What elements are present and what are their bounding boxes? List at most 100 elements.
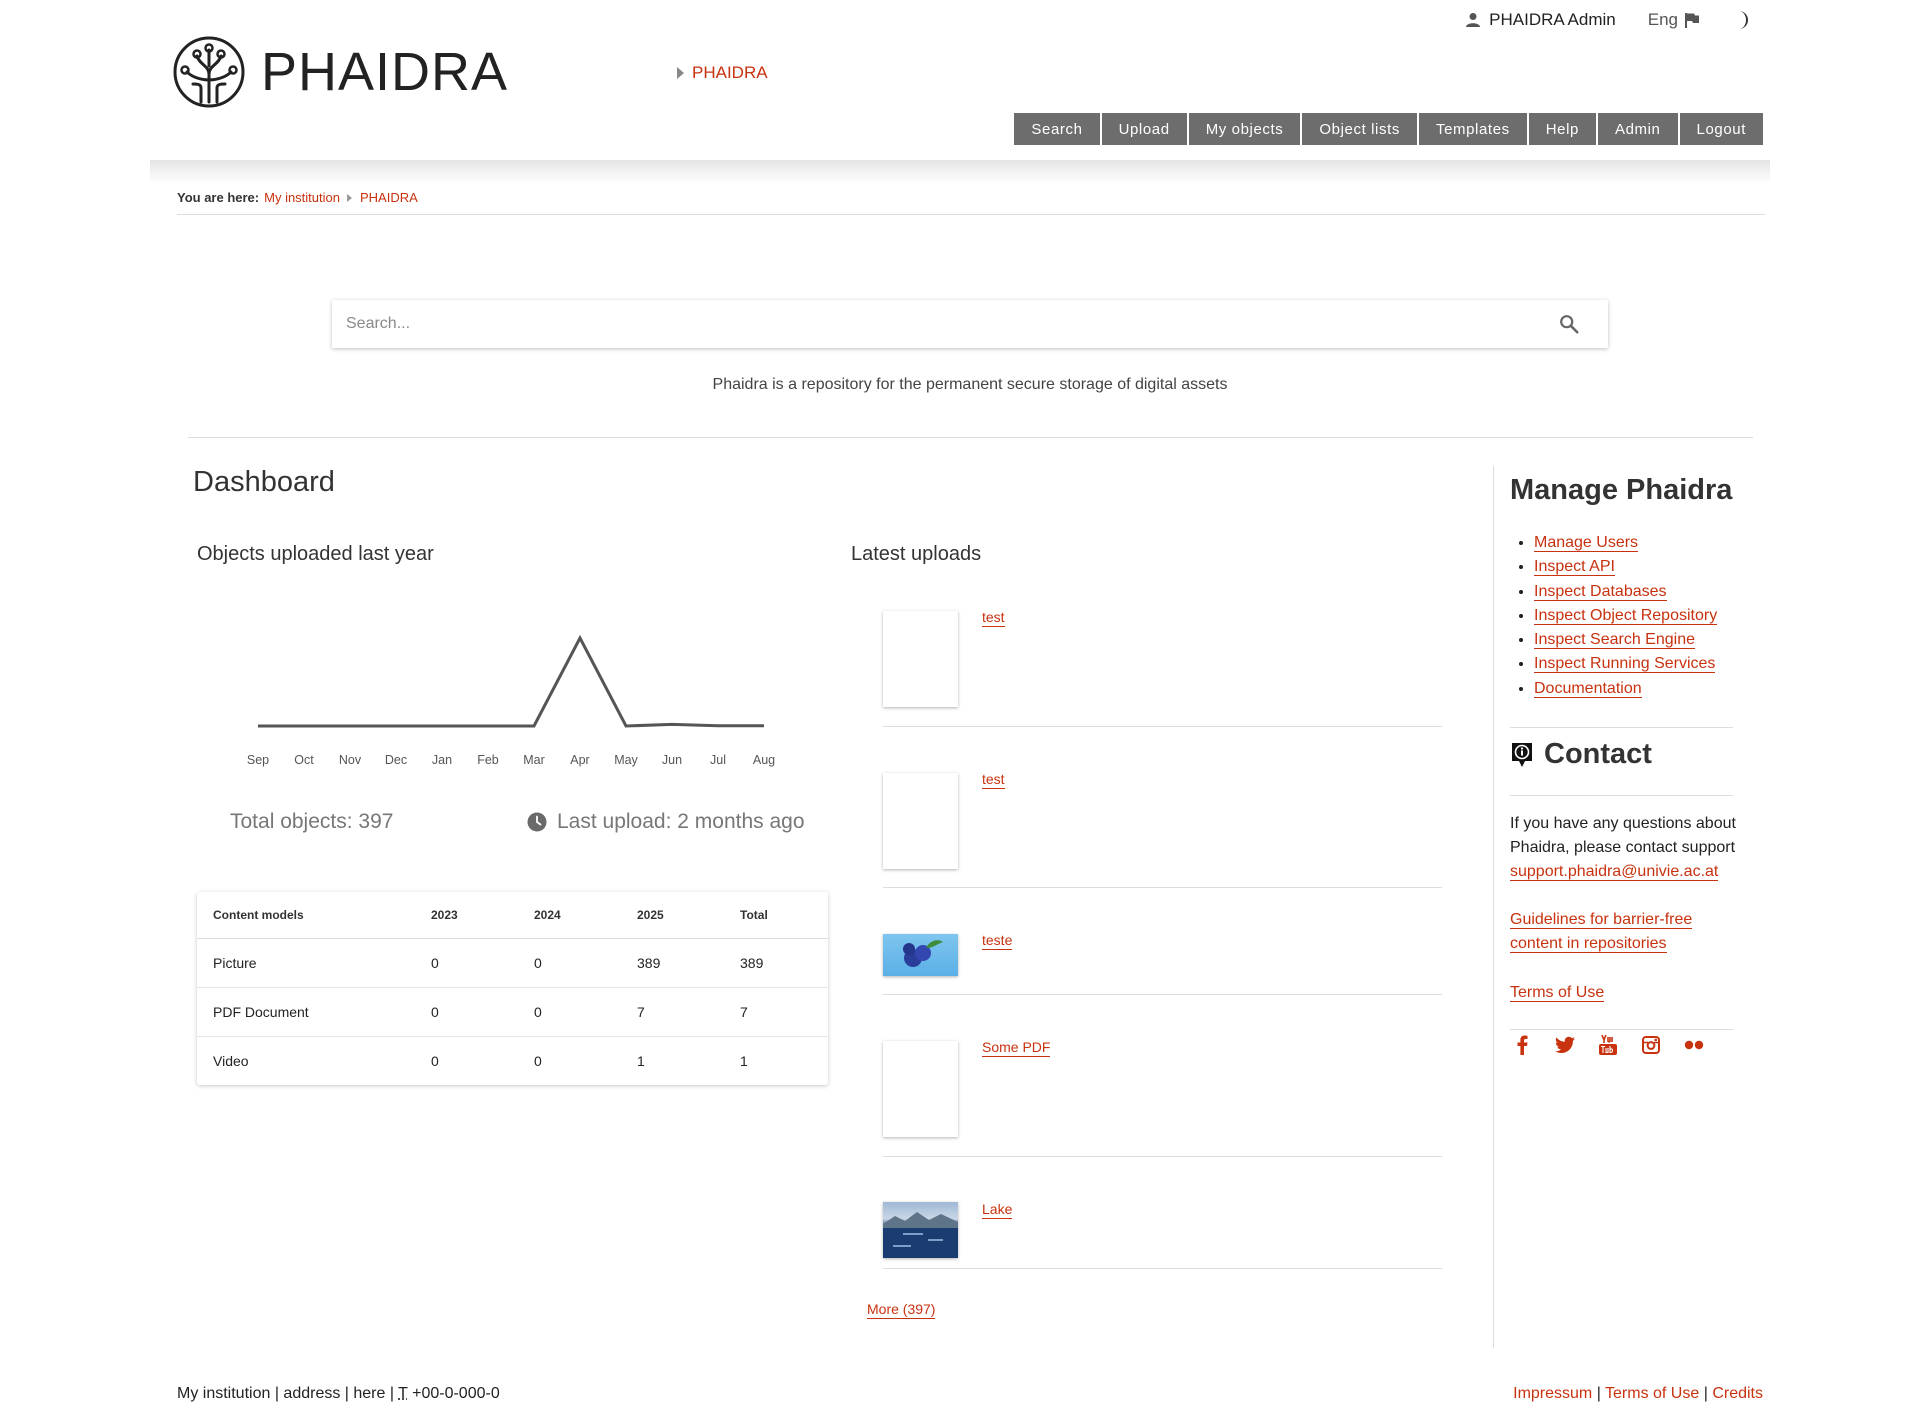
table-row: PDF Document 0 0 7 7 (197, 987, 828, 1036)
footer-terms-link[interactable]: Terms of Use (1605, 1385, 1699, 1402)
upload-title-link[interactable]: Some PDF (982, 1039, 1050, 1057)
terms-of-use-link[interactable]: Terms of Use (1510, 981, 1604, 1005)
table-header-row: Content models 2023 2024 2025 Total (197, 892, 828, 938)
guidelines-text: Guidelines for barrier-free content in r… (1510, 911, 1692, 953)
search-icon[interactable] (1558, 313, 1580, 335)
thumbnail-lake[interactable] (883, 1202, 958, 1258)
inspect-running-services-link[interactable]: Inspect Running Services (1534, 655, 1715, 673)
contact-title: Contact (1510, 738, 1652, 771)
phaidra-tree-icon (173, 36, 245, 108)
col-total[interactable]: Total (724, 892, 828, 938)
footer-links: Impressum | Terms of Use | Credits (1513, 1385, 1763, 1403)
upload-title-link[interactable]: Lake (982, 1201, 1012, 1219)
flickr-icon[interactable] (1684, 1035, 1704, 1055)
table-cell: 389 (724, 938, 828, 987)
facebook-icon[interactable] (1512, 1035, 1532, 1055)
telephone-abbr: T (398, 1385, 407, 1402)
manage-links: Manage Users Inspect API Inspect Databas… (1534, 533, 1717, 703)
impressum-link[interactable]: Impressum (1513, 1385, 1592, 1402)
col-content-models[interactable]: Content models (197, 892, 415, 938)
upload-title-link[interactable]: teste (982, 932, 1012, 950)
col-2023[interactable]: 2023 (415, 892, 518, 938)
nav-help[interactable]: Help (1529, 113, 1596, 145)
thumbnail-blueberry[interactable] (883, 934, 958, 976)
manage-link-item: Inspect Running Services (1534, 654, 1717, 678)
total-objects: Total objects: 397 (230, 810, 393, 834)
lake-image (883, 1202, 958, 1258)
list-item: test (883, 771, 1442, 888)
user-icon (1465, 12, 1481, 28)
youtube-icon[interactable] (1598, 1035, 1618, 1055)
search-box (332, 300, 1608, 348)
inspect-databases-link[interactable]: Inspect Databases (1534, 583, 1667, 601)
table-row: Video 0 0 1 1 (197, 1036, 828, 1085)
theme-toggle[interactable] (1736, 10, 1750, 30)
header-crumb[interactable]: PHAIDRA (677, 63, 768, 83)
user-menu[interactable]: PHAIDRA Admin (1465, 10, 1616, 30)
x-tick-label: Nov (339, 753, 362, 767)
manage-users-link[interactable]: Manage Users (1534, 534, 1638, 552)
thumbnail-blank[interactable] (883, 773, 958, 869)
breadcrumb-item-my-institution[interactable]: My institution (264, 190, 340, 205)
thumbnail-blank[interactable] (883, 611, 958, 707)
clock-icon (527, 812, 547, 832)
nav-object-lists[interactable]: Object lists (1302, 113, 1417, 145)
main-nav: Search Upload My objects Object lists Te… (1012, 113, 1763, 145)
col-2024[interactable]: 2024 (518, 892, 621, 938)
x-tick-label: Sep (247, 753, 269, 767)
inspect-api-link[interactable]: Inspect API (1534, 558, 1615, 576)
support-email-text: support.phaidra@univie.ac.at (1510, 863, 1718, 881)
nav-logout[interactable]: Logout (1680, 113, 1763, 145)
nav-search[interactable]: Search (1014, 113, 1099, 145)
divider (1510, 1029, 1733, 1030)
table-cell: 1 (724, 1036, 828, 1085)
uploads-line-chart: Sep Oct Nov Dec Jan Feb Mar Apr May Jun Jul Aug (230, 620, 810, 770)
nav-my-objects[interactable]: My objects (1189, 113, 1301, 145)
instagram-icon[interactable] (1641, 1035, 1661, 1055)
moon-icon (1736, 10, 1750, 30)
x-tick-label: Jul (710, 753, 726, 767)
inspect-object-repository-link[interactable]: Inspect Object Repository (1534, 607, 1717, 625)
table-cell: 0 (518, 987, 621, 1036)
table-cell: 0 (518, 1036, 621, 1085)
breadcrumb-item-phaidra[interactable]: PHAIDRA (360, 190, 418, 205)
nav-templates[interactable]: Templates (1419, 113, 1527, 145)
upload-title-link[interactable]: test (982, 771, 1005, 789)
upload-title-link[interactable]: test (982, 609, 1005, 627)
table-cell: 0 (415, 987, 518, 1036)
documentation-link[interactable]: Documentation (1534, 680, 1642, 698)
header-crumb-label: PHAIDRA (692, 63, 768, 83)
more-uploads-link[interactable]: More (397) (867, 1301, 935, 1319)
twitter-icon[interactable] (1555, 1035, 1575, 1055)
dashboard-title: Dashboard (193, 466, 335, 499)
thumbnail-blank[interactable] (883, 1041, 958, 1137)
manage-link-item: Inspect Search Engine (1534, 630, 1717, 654)
nav-upload[interactable]: Upload (1102, 113, 1187, 145)
info-bubble-icon (1510, 741, 1534, 769)
guidelines-link[interactable]: Guidelines for barrier-free content in r… (1510, 908, 1720, 956)
col-2025[interactable]: 2025 (621, 892, 724, 938)
support-email-link[interactable]: support.phaidra@univie.ac.at (1510, 860, 1718, 884)
manage-link-item: Inspect Databases (1534, 582, 1717, 606)
table-cell: 0 (415, 1036, 518, 1085)
x-tick-label: Jun (662, 753, 682, 767)
header: PHAIDRA PHAIDRA PHAIDRA Admin Eng Search… (0, 0, 1905, 162)
language-label: Eng (1648, 10, 1678, 30)
footer-separator: | (1592, 1385, 1605, 1402)
latest-uploads-title: Latest uploads (851, 543, 981, 566)
divider (188, 437, 1753, 438)
contact-title-text: Contact (1544, 738, 1652, 771)
nav-admin[interactable]: Admin (1598, 113, 1678, 145)
inspect-search-engine-link[interactable]: Inspect Search Engine (1534, 631, 1695, 649)
table-cell: 389 (621, 938, 724, 987)
table-row: Picture 0 0 389 389 (197, 938, 828, 987)
table-cell: 7 (724, 987, 828, 1036)
column-divider (1493, 466, 1494, 1348)
language-selector[interactable]: Eng (1648, 10, 1700, 30)
x-tick-label: Oct (294, 753, 314, 767)
logo[interactable]: PHAIDRA (173, 36, 508, 108)
blueberry-image (883, 934, 958, 976)
search-input[interactable] (346, 315, 1558, 333)
credits-link[interactable]: Credits (1712, 1385, 1763, 1402)
caret-right-icon (347, 194, 352, 202)
